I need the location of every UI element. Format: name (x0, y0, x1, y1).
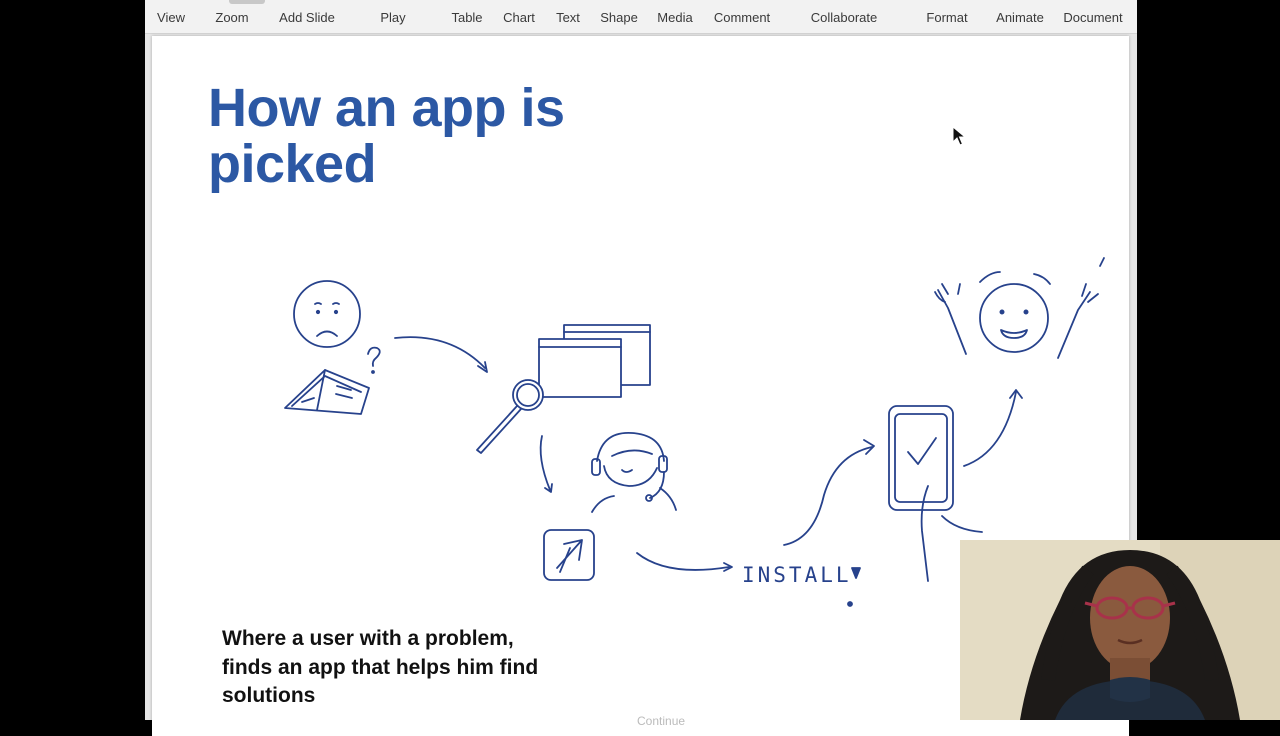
support-agent-sketch (591, 432, 677, 513)
app-icon-sketch (543, 529, 595, 581)
faint-slide-text: Continue (637, 714, 686, 728)
toolbar-table-button[interactable]: Table (451, 10, 482, 25)
toolbar-view-button[interactable]: View (157, 10, 185, 25)
toolbar-format-button[interactable]: Format (926, 10, 967, 25)
toolbar-play-button[interactable]: Play (380, 10, 405, 25)
toolbar-edge-stub (229, 0, 265, 4)
toolbar-comment-button[interactable]: Comment (714, 10, 770, 25)
install-label: INSTALL (742, 563, 852, 587)
toolbar-media-button[interactable]: Media (657, 10, 692, 25)
toolbar-zoom-button[interactable]: Zoom (215, 10, 248, 25)
install-mark (851, 567, 861, 579)
mouse-pointer-icon (952, 126, 966, 146)
happy-person-sketch (934, 257, 1105, 359)
arrow-1 (394, 336, 486, 369)
open-book-sketch (284, 369, 370, 415)
install-dot (847, 601, 853, 607)
arrow-4 (783, 446, 873, 546)
arrow-5 (963, 391, 1017, 467)
arrow-3 (636, 552, 730, 571)
toolbar-animate-button[interactable]: Animate (996, 10, 1044, 25)
arrow-2 (539, 435, 551, 491)
toolbar-add-slide-button[interactable]: Add Slide (279, 10, 335, 25)
presenter-video-frame (960, 540, 1280, 720)
toolbar-document-button[interactable]: Document (1063, 10, 1122, 25)
slide-caption[interactable]: Where a user with a problem, finds an ap… (222, 625, 562, 711)
toolbar-collaborate-button[interactable]: Collaborate (811, 10, 878, 25)
presenter-webcam (960, 540, 1280, 720)
toolbar-text-button[interactable]: Text (556, 10, 580, 25)
toolbar-chart-button[interactable]: Chart (503, 10, 535, 25)
toolbar-shape-button[interactable]: Shape (600, 10, 638, 25)
toolbar: View Zoom Add Slide Play Table Chart Tex… (145, 0, 1137, 34)
confused-face-sketch (293, 280, 381, 374)
